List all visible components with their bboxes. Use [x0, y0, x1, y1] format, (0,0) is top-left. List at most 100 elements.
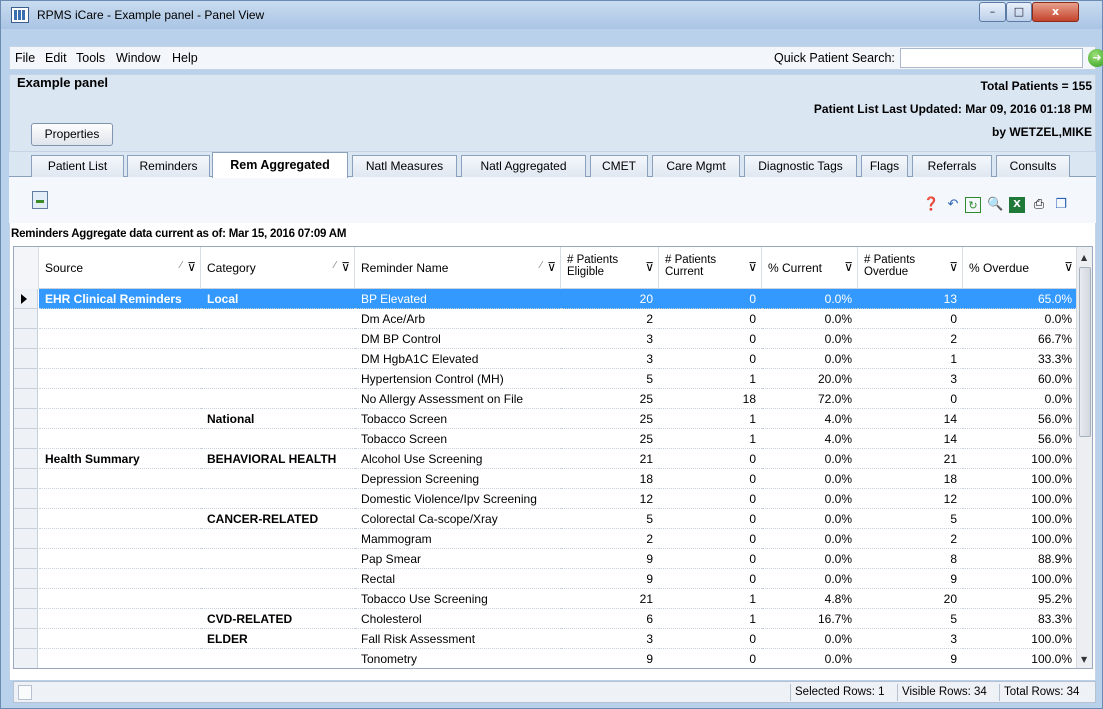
cell-eligible[interactable]: 25	[561, 409, 659, 429]
cell-pct-current[interactable]: 0.0%	[762, 449, 858, 469]
cell-overdue[interactable]: 3	[858, 629, 963, 649]
table-row[interactable]: Depression Screening 18 0 0.0% 18 100.0%	[14, 469, 1078, 489]
row-selector[interactable]	[14, 509, 38, 529]
row-selector[interactable]	[14, 529, 38, 549]
cell-name[interactable]: Depression Screening	[355, 469, 561, 489]
cell-category[interactable]	[201, 329, 355, 349]
table-row[interactable]: Mammogram 2 0 0.0% 2 100.0%	[14, 529, 1078, 549]
cell-category[interactable]	[201, 469, 355, 489]
tab-patient-list[interactable]: Patient List	[31, 155, 124, 177]
tab-natl-measures[interactable]: Natl Measures	[352, 155, 457, 177]
cell-name[interactable]: Dm Ace/Arb	[355, 309, 561, 329]
cell-source[interactable]	[39, 489, 201, 509]
cell-source[interactable]	[39, 529, 201, 549]
table-row[interactable]: Domestic Violence/Ipv Screening 12 0 0.0% 12…	[14, 489, 1078, 509]
cell-source[interactable]	[39, 589, 201, 609]
cell-category[interactable]	[201, 529, 355, 549]
menu-tools[interactable]: Tools	[76, 51, 105, 65]
cell-source[interactable]	[39, 549, 201, 569]
row-selector[interactable]	[14, 369, 38, 389]
copy-icon[interactable]: ❐	[1053, 197, 1069, 213]
cell-current[interactable]: 0	[659, 349, 762, 369]
cell-category[interactable]	[201, 309, 355, 329]
column-overdue[interactable]: # Patients Overdue ⊽	[858, 247, 963, 289]
cell-pct-overdue[interactable]: 83.3%	[963, 609, 1078, 629]
cell-eligible[interactable]: 12	[561, 489, 659, 509]
cell-pct-current[interactable]: 0.0%	[762, 509, 858, 529]
cell-overdue[interactable]: 1	[858, 349, 963, 369]
maximize-button[interactable]: □	[1006, 2, 1032, 22]
cell-pct-overdue[interactable]: 100.0%	[963, 449, 1078, 469]
table-row[interactable]: CANCER-RELATED Colorectal Ca-scope/Xray 5 0…	[14, 509, 1078, 529]
table-row[interactable]: EHR Clinical Reminders Local BP Elevated 20…	[14, 289, 1078, 309]
cell-name[interactable]: Rectal	[355, 569, 561, 589]
row-selector[interactable]	[14, 609, 38, 629]
table-row[interactable]: Health Summary BEHAVIORAL HEALTH Alcohol U…	[14, 449, 1078, 469]
cell-pct-overdue[interactable]: 56.0%	[963, 409, 1078, 429]
row-selector[interactable]	[14, 469, 38, 489]
tab-reminders[interactable]: Reminders	[127, 155, 210, 177]
cell-overdue[interactable]: 5	[858, 609, 963, 629]
cell-eligible[interactable]: 5	[561, 369, 659, 389]
cell-pct-overdue[interactable]: 0.0%	[963, 309, 1078, 329]
cell-overdue[interactable]: 18	[858, 469, 963, 489]
cell-pct-overdue[interactable]: 33.3%	[963, 349, 1078, 369]
help-icon[interactable]: ❓	[923, 197, 939, 213]
cell-overdue[interactable]: 5	[858, 509, 963, 529]
cell-eligible[interactable]: 3	[561, 629, 659, 649]
row-selector[interactable]	[14, 429, 38, 449]
cell-overdue[interactable]: 12	[858, 489, 963, 509]
column-pct-current[interactable]: % Current ⊽	[762, 247, 858, 289]
cell-overdue[interactable]: 9	[858, 649, 963, 668]
cell-category[interactable]	[201, 589, 355, 609]
cell-pct-current[interactable]: 0.0%	[762, 289, 858, 309]
cell-eligible[interactable]: 21	[561, 449, 659, 469]
cell-source[interactable]	[39, 329, 201, 349]
table-row[interactable]: CVD-RELATED Cholesterol 6 1 16.7% 5 83.3%	[14, 609, 1078, 629]
cell-overdue[interactable]: 3	[858, 369, 963, 389]
tab-diagnostic-tags[interactable]: Diagnostic Tags	[744, 155, 857, 177]
reminder-report-icon[interactable]	[32, 191, 48, 209]
cell-name[interactable]: DM BP Control	[355, 329, 561, 349]
cell-name[interactable]: BP Elevated	[355, 289, 561, 309]
cell-pct-overdue[interactable]: 100.0%	[963, 489, 1078, 509]
cell-pct-overdue[interactable]: 56.0%	[963, 429, 1078, 449]
row-selector[interactable]	[14, 329, 38, 349]
cell-eligible[interactable]: 9	[561, 569, 659, 589]
cell-name[interactable]: Hypertension Control (MH)	[355, 369, 561, 389]
cell-current[interactable]: 0	[659, 489, 762, 509]
cell-category[interactable]	[201, 569, 355, 589]
cell-current[interactable]: 1	[659, 409, 762, 429]
tab-flags[interactable]: Flags	[861, 155, 908, 177]
cell-pct-overdue[interactable]: 100.0%	[963, 629, 1078, 649]
cell-pct-current[interactable]: 0.0%	[762, 329, 858, 349]
row-selector[interactable]	[14, 409, 38, 429]
table-row[interactable]: ELDER Fall Risk Assessment 3 0 0.0% 3 100.0%	[14, 629, 1078, 649]
cell-source[interactable]: Health Summary	[39, 449, 201, 469]
cell-current[interactable]: 0	[659, 449, 762, 469]
row-selector[interactable]	[14, 389, 38, 409]
cell-source[interactable]	[39, 569, 201, 589]
cell-eligible[interactable]: 18	[561, 469, 659, 489]
excel-icon[interactable]: X	[1009, 197, 1025, 213]
cell-current[interactable]: 0	[659, 309, 762, 329]
cell-source[interactable]	[39, 509, 201, 529]
refresh-icon[interactable]: ↻	[965, 197, 981, 213]
cell-pct-current[interactable]: 0.0%	[762, 549, 858, 569]
cell-current[interactable]: 0	[659, 289, 762, 309]
cell-current[interactable]: 0	[659, 529, 762, 549]
cell-current[interactable]: 0	[659, 509, 762, 529]
cell-category[interactable]	[201, 489, 355, 509]
cell-overdue[interactable]: 8	[858, 549, 963, 569]
row-selector[interactable]	[14, 289, 38, 309]
cell-pct-overdue[interactable]: 60.0%	[963, 369, 1078, 389]
cell-pct-current[interactable]: 4.0%	[762, 409, 858, 429]
cell-overdue[interactable]: 0	[858, 309, 963, 329]
close-button[interactable]: x	[1032, 2, 1079, 22]
cell-current[interactable]: 18	[659, 389, 762, 409]
cell-current[interactable]: 1	[659, 589, 762, 609]
cell-overdue[interactable]: 20	[858, 589, 963, 609]
menu-window[interactable]: Window	[116, 51, 160, 65]
cell-pct-overdue[interactable]: 100.0%	[963, 569, 1078, 589]
tab-consults[interactable]: Consults	[996, 155, 1070, 177]
